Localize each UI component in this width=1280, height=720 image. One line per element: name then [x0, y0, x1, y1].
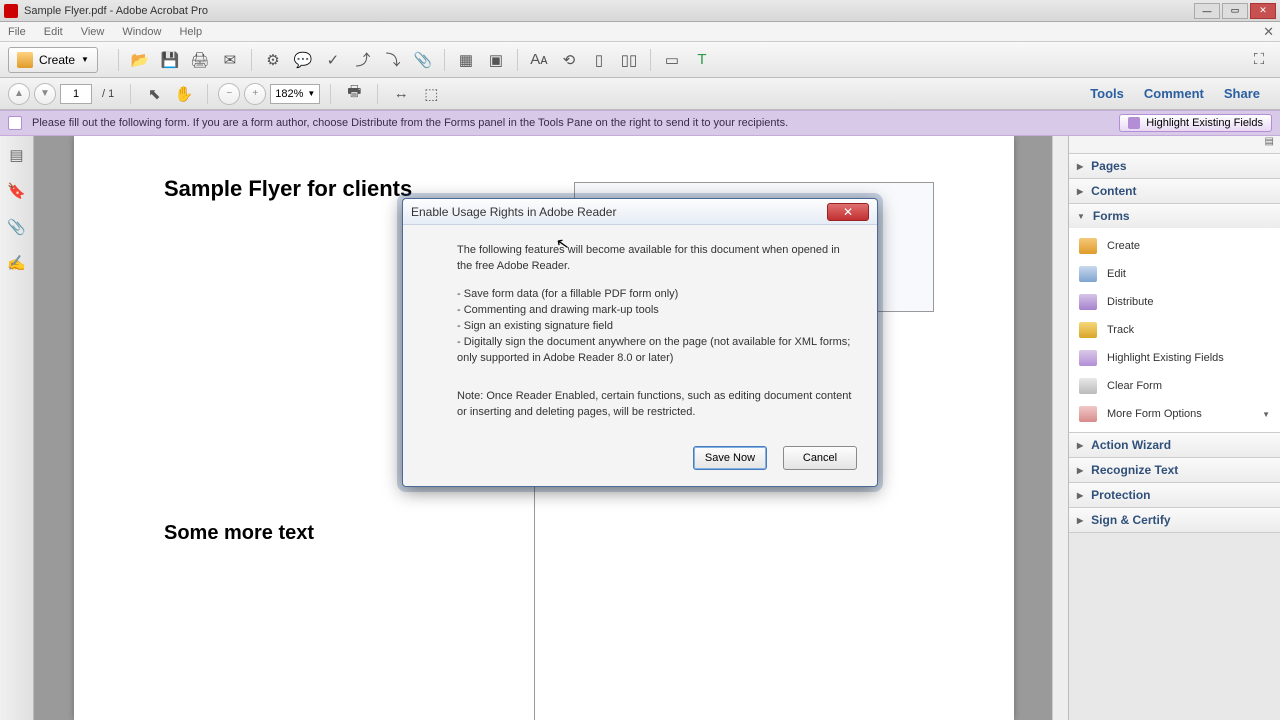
menu-help[interactable]: Help: [179, 26, 202, 38]
thumbnails-icon[interactable]: ▤: [8, 146, 26, 164]
single-page-icon[interactable]: ▯: [586, 47, 612, 73]
dialog-note: Note: Once Reader Enabled, certain funct…: [457, 389, 853, 421]
minimize-button[interactable]: —: [1194, 3, 1220, 19]
save-now-button[interactable]: Save Now: [693, 446, 767, 470]
settings-icon[interactable]: ⚙: [260, 47, 286, 73]
forms-track[interactable]: Track: [1069, 316, 1280, 344]
panel-forms[interactable]: ▼Forms: [1069, 204, 1280, 228]
fit-page-icon[interactable]: ⬚: [418, 81, 444, 107]
attachments-icon[interactable]: 📎: [8, 218, 26, 236]
page-down-button[interactable]: ▼: [34, 83, 56, 105]
menu-bar: File Edit View Window Help ✕: [0, 22, 1280, 42]
open-button[interactable]: 📂: [127, 47, 153, 73]
cancel-button[interactable]: Cancel: [783, 446, 857, 470]
dialog-body: The following features will become avail…: [403, 225, 877, 446]
panel-options[interactable]: ▤: [1069, 136, 1280, 154]
main-toolbar: Create ▼ 📂 💾 🖨 ✉ ⚙ 💬 ✓ ⤴ ⤵ 📎 ▦ ▣ Aᴀ ⟲ ▯ …: [0, 42, 1280, 78]
zoom-select[interactable]: 182%▼: [270, 84, 320, 104]
zoom-in-button[interactable]: +: [244, 83, 266, 105]
create-label: Create: [39, 53, 75, 67]
window-title: Sample Flyer.pdf - Adobe Acrobat Pro: [24, 5, 1194, 17]
tools-link[interactable]: Tools: [1090, 86, 1124, 101]
create-icon: [17, 52, 33, 68]
close-button[interactable]: ✕: [1250, 3, 1276, 19]
dialog-feature-1: Save form data (for a fillable PDF form …: [457, 287, 853, 303]
dialog-title: Enable Usage Rights in Adobe Reader: [411, 205, 827, 219]
form-notice-bar: Please fill out the following form. If y…: [0, 110, 1280, 136]
left-nav-rail: ▤ 🔖 📎 ✍: [0, 136, 34, 720]
dialog-intro: The following features will become avail…: [457, 243, 853, 275]
zoom-out-button[interactable]: −: [218, 83, 240, 105]
menu-view[interactable]: View: [81, 26, 105, 38]
share-link[interactable]: Share: [1224, 86, 1260, 101]
panel-pages[interactable]: ▶Pages: [1069, 154, 1280, 178]
panel-protection[interactable]: ▶Protection: [1069, 483, 1280, 507]
highlight-fields-button[interactable]: Highlight Existing Fields: [1119, 114, 1272, 132]
forms-edit[interactable]: Edit: [1069, 260, 1280, 288]
enable-usage-rights-dialog: Enable Usage Rights in Adobe Reader ✕ Th…: [402, 198, 878, 487]
dialog-feature-2: Commenting and drawing mark-up tools: [457, 303, 853, 319]
chevron-down-icon: ▼: [81, 55, 89, 64]
forms-distribute[interactable]: Distribute: [1069, 288, 1280, 316]
panel-action-wizard[interactable]: ▶Action Wizard: [1069, 433, 1280, 457]
multimedia-icon[interactable]: ▣: [483, 47, 509, 73]
maximize-button[interactable]: ▭: [1222, 3, 1248, 19]
fullscreen-icon[interactable]: ⛶: [1246, 47, 1272, 73]
signatures-icon[interactable]: ✍: [8, 254, 26, 272]
vertical-scrollbar[interactable]: [1052, 136, 1068, 720]
forms-highlight[interactable]: Highlight Existing Fields: [1069, 344, 1280, 372]
fit-width-icon[interactable]: ↔: [388, 81, 414, 107]
dialog-titlebar: Enable Usage Rights in Adobe Reader ✕: [403, 199, 877, 225]
forms-more-options[interactable]: More Form Options▼: [1069, 400, 1280, 428]
text-size-icon[interactable]: Aᴀ: [526, 47, 552, 73]
select-tool-icon[interactable]: ⬉: [141, 81, 167, 107]
menu-file[interactable]: File: [8, 26, 26, 38]
text-tool-icon[interactable]: T: [689, 47, 715, 73]
page-number-input[interactable]: [60, 84, 92, 104]
email-button[interactable]: ✉: [217, 47, 243, 73]
form-icon: [8, 116, 22, 130]
notice-text: Please fill out the following form. If y…: [32, 117, 1119, 129]
page-up-button[interactable]: ▲: [8, 83, 30, 105]
panel-content[interactable]: ▶Content: [1069, 179, 1280, 203]
combine-icon[interactable]: ⤵: [380, 47, 406, 73]
highlight-icon: [1128, 117, 1140, 129]
stamp-icon[interactable]: ✓: [320, 47, 346, 73]
comment-link[interactable]: Comment: [1144, 86, 1204, 101]
tab-close-button[interactable]: ✕: [1263, 24, 1274, 40]
menu-edit[interactable]: Edit: [44, 26, 63, 38]
panel-recognize-text[interactable]: ▶Recognize Text: [1069, 458, 1280, 482]
export-icon[interactable]: ⤴: [350, 47, 376, 73]
attach-icon[interactable]: 📎: [410, 47, 436, 73]
page-icon[interactable]: ▭: [659, 47, 685, 73]
comment-icon[interactable]: 💬: [290, 47, 316, 73]
dialog-feature-4: Digitally sign the document anywhere on …: [457, 335, 853, 367]
panel-sign-certify[interactable]: ▶Sign & Certify: [1069, 508, 1280, 532]
create-button[interactable]: Create ▼: [8, 47, 98, 73]
forms-clear[interactable]: Clear Form: [1069, 372, 1280, 400]
save-button[interactable]: 💾: [157, 47, 183, 73]
window-titlebar: Sample Flyer.pdf - Adobe Acrobat Pro — ▭…: [0, 0, 1280, 22]
dialog-feature-3: Sign an existing signature field: [457, 319, 853, 335]
form-icon[interactable]: ▦: [453, 47, 479, 73]
menu-window[interactable]: Window: [122, 26, 161, 38]
print-icon[interactable]: 🖶: [341, 81, 367, 107]
app-icon: [4, 4, 18, 18]
hand-tool-icon[interactable]: ✋: [171, 81, 197, 107]
bookmarks-icon[interactable]: 🔖: [8, 182, 26, 200]
two-page-icon[interactable]: ▯▯: [616, 47, 642, 73]
rotate-icon[interactable]: ⟲: [556, 47, 582, 73]
nav-toolbar: ▲ ▼ / 1 ⬉ ✋ − + 182%▼ 🖶 ↔ ⬚ Tools Commen…: [0, 78, 1280, 110]
print-button[interactable]: 🖨: [187, 47, 213, 73]
forms-create[interactable]: Create: [1069, 232, 1280, 260]
tools-panel: ▤ ▶Pages ▶Content ▼Forms Create Edit Dis…: [1068, 136, 1280, 720]
dialog-close-button[interactable]: ✕: [827, 203, 869, 221]
page-total: / 1: [102, 88, 114, 100]
doc-subtitle: Some more text: [164, 522, 924, 545]
